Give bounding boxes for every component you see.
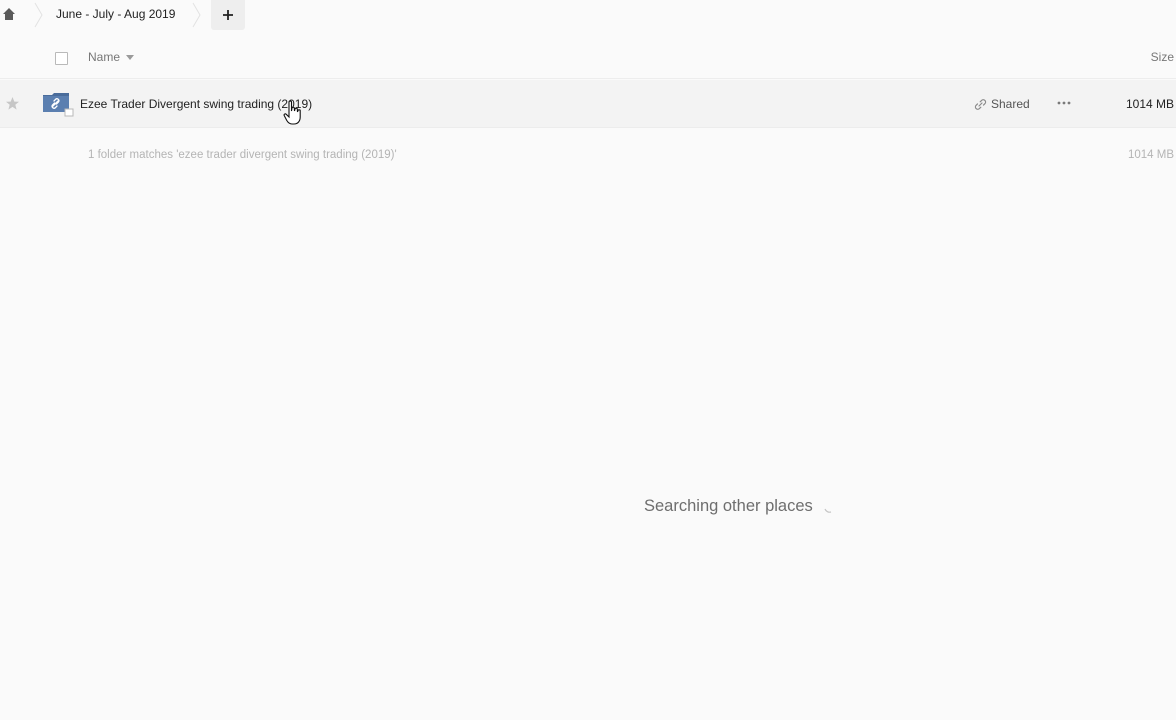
sort-down-icon: [126, 54, 135, 60]
searching-status: Searching other places: [644, 497, 835, 516]
searching-text: Searching other places: [644, 497, 813, 515]
more-options-button[interactable]: [1054, 94, 1074, 112]
size-column-header[interactable]: Size: [1151, 50, 1174, 64]
file-name[interactable]: Ezee Trader Divergent swing trading (201…: [80, 97, 312, 111]
breadcrumb-separator-icon: [34, 2, 43, 28]
more-horizontal-icon: [1057, 101, 1071, 105]
shared-link-button[interactable]: Shared: [974, 97, 1030, 111]
new-button[interactable]: [211, 0, 245, 30]
star-icon[interactable]: [5, 96, 20, 111]
name-column-label: Name: [88, 50, 121, 64]
shared-label: Shared: [991, 97, 1030, 111]
plus-icon: [223, 10, 233, 20]
shared-folder-icon: [43, 93, 74, 117]
select-all-checkbox[interactable]: [55, 52, 68, 65]
home-icon[interactable]: [0, 4, 18, 24]
link-icon: [974, 98, 987, 110]
summary-size: 1014 MB: [1127, 149, 1174, 161]
file-browser-page: June - July - Aug 2019 Name Size Ezee Tr…: [0, 0, 1176, 720]
name-column-header[interactable]: Name: [88, 50, 135, 64]
breadcrumb-current-folder[interactable]: June - July - Aug 2019: [56, 7, 175, 21]
loading-spinner-icon: [824, 508, 831, 513]
table-row[interactable]: Ezee Trader Divergent swing trading (201…: [0, 80, 1176, 128]
breadcrumb-separator-icon: [192, 2, 201, 28]
table-header: Name Size: [0, 38, 1176, 79]
search-summary: 1 folder matches 'ezee trader divergent …: [88, 149, 397, 161]
file-size: 1014 MB: [1125, 97, 1174, 111]
breadcrumb: June - July - Aug 2019: [0, 0, 1176, 30]
